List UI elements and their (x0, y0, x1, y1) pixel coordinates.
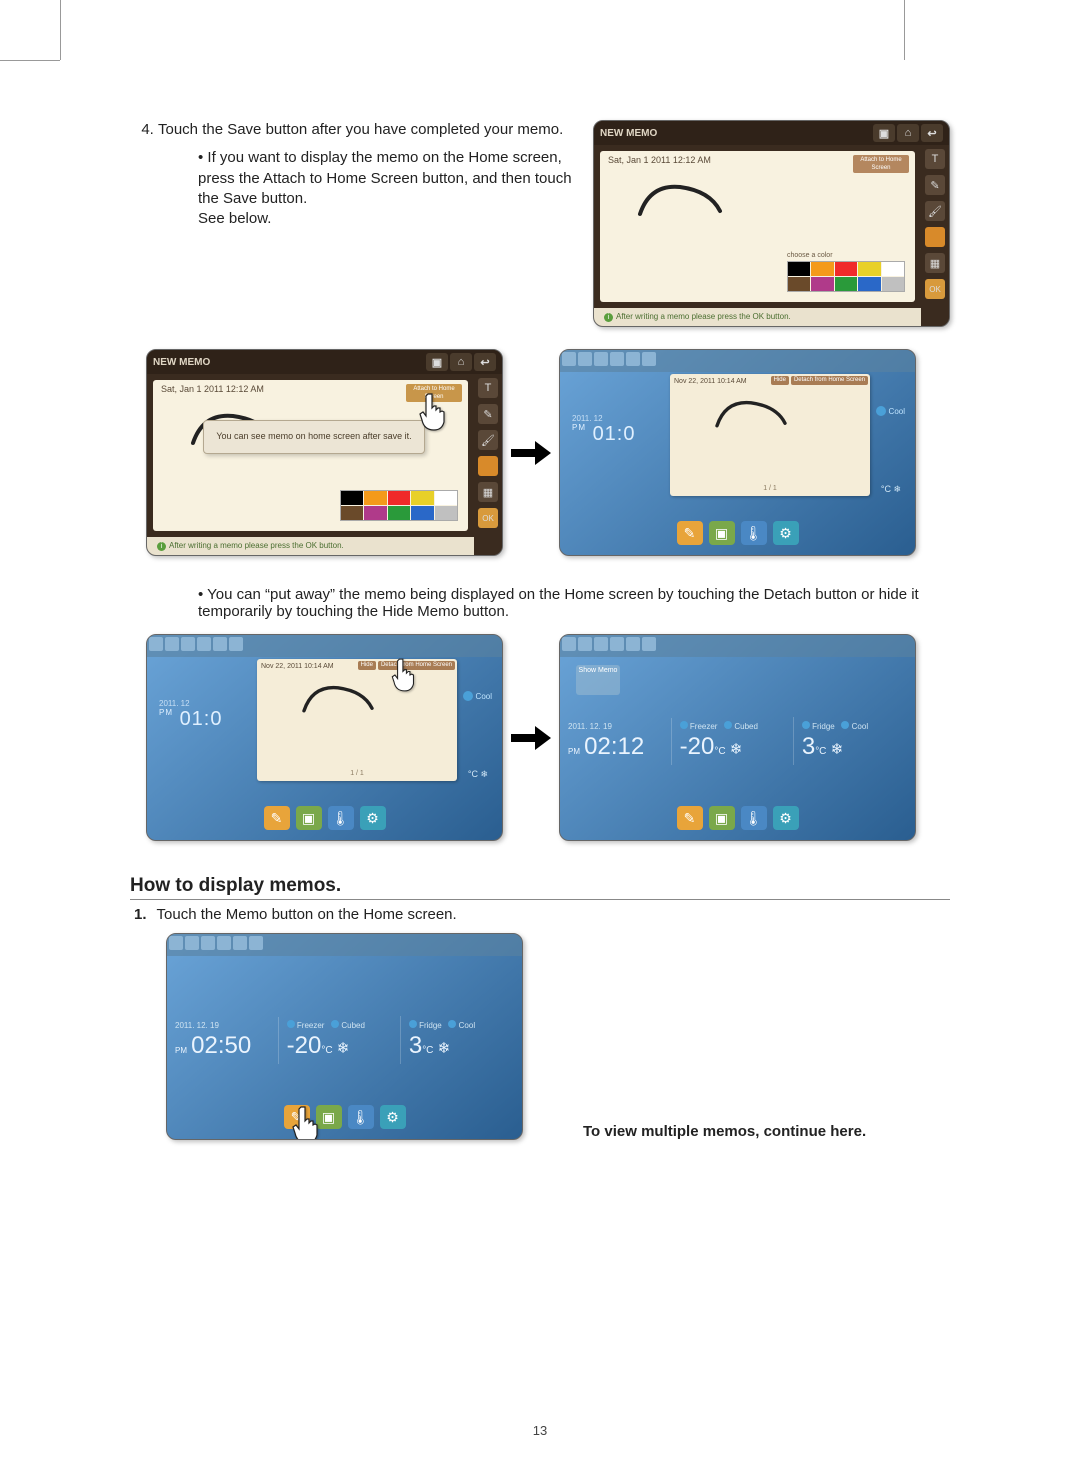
attach-home-button: Attach to Home Screen (853, 155, 909, 173)
dock-memo-icon: ✎ (677, 521, 703, 545)
screenshot-home-temps-1: Show Memo 2011. 12. 19 PM 02:12 Freezer … (559, 634, 916, 841)
home-icon: ⌂ (897, 124, 919, 142)
dock-temp-icon: 🌡 (741, 521, 767, 545)
home-date: 2011. 12 (572, 414, 636, 423)
detach-button: Detach from Home Screen (791, 376, 868, 385)
home-time: 01:0 (593, 423, 636, 445)
home-memo-card: Nov 22, 2011 10:14 AM Hide Detach from H… (670, 374, 870, 496)
dock-settings-icon: ⚙ (773, 521, 799, 545)
home-time: 02:50 (191, 1032, 251, 1059)
memo-page-indicator: 1 / 1 (670, 485, 870, 492)
brush-tool-icon: 🖌 (925, 201, 945, 221)
hide-button: Hide (358, 661, 376, 670)
crop-mark (60, 0, 61, 60)
touch-hand-icon (387, 655, 417, 697)
memo-title: NEW MEMO (600, 128, 657, 139)
home-dock: ✎ ▣ 🌡 ⚙ (560, 521, 915, 545)
screenshot-memo-editor-2: NEW MEMO ▣ ⌂ ↩ Sat, Jan 1 2011 12:12 AM … (146, 349, 503, 556)
color-dot-icon (925, 227, 945, 247)
back-icon: ↩ (921, 124, 943, 142)
memo-scribble (630, 179, 730, 219)
info-icon: i (604, 313, 613, 322)
arrow-right-icon (511, 726, 551, 750)
put-away-bullet: You can “put away” the memo being displa… (198, 586, 950, 620)
back-icon: ↩ (474, 353, 496, 371)
crop-mark (904, 0, 905, 60)
touch-hand-icon (287, 1101, 321, 1140)
section-heading: How to display memos. (130, 875, 950, 900)
step-4-row: Touch the Save button after you have com… (130, 120, 950, 327)
pen-tool-icon: ✎ (925, 175, 945, 195)
ok-button: OK (925, 279, 945, 299)
fridge-temp: 3 (802, 733, 815, 760)
screenshot-home-with-memo-1: 2011. 12 PM 01:0 Cool °C ❄ Nov 22, 2011 … (559, 349, 916, 556)
screenshot-home-with-memo-2: 2011. 12 PM 01:0 Cool °C ❄ Nov 22, 2011 … (146, 634, 503, 841)
save-icon: ▣ (426, 353, 448, 371)
touch-hand-icon (414, 390, 448, 438)
color-swatches (787, 261, 905, 292)
temp-readout: °C ❄ (881, 484, 901, 495)
hide-button: Hide (771, 376, 789, 385)
status-cool: Cool (876, 406, 905, 416)
section-step-1: 1.Touch the Memo button on the Home scre… (134, 906, 950, 923)
home-icon: ⌂ (450, 353, 472, 371)
save-icon: ▣ (873, 124, 895, 142)
dock-photo-icon: ▣ (709, 521, 735, 545)
home-time: 02:12 (584, 733, 644, 760)
page-number: 13 (0, 1423, 1080, 1438)
step-4-text: Touch the Save button after you have com… (130, 120, 573, 327)
step-4-bullet-1: If you want to display the memo on the H… (198, 148, 573, 229)
arrow-right-icon (511, 441, 551, 465)
screenshot-pair-2: 2011. 12 PM 01:0 Cool °C ❄ Nov 22, 2011 … (130, 634, 950, 841)
screenshot-pair-1: NEW MEMO ▣ ⌂ ↩ Sat, Jan 1 2011 12:12 AM … (130, 349, 950, 556)
palette-label: choose a color (787, 252, 905, 259)
freezer-temp: -20 (680, 733, 715, 760)
manual-page: Touch the Save button after you have com… (0, 0, 1080, 1478)
grid-icon: ▦ (925, 253, 945, 273)
continue-text: To view multiple memos, continue here. (583, 1123, 866, 1140)
step-4-body: Touch the Save button after you have com… (158, 121, 563, 138)
screenshot-memo-editor-1: NEW MEMO ▣ ⌂ ↩ Sat, Jan 1 2011 12:12 AM … (593, 120, 950, 327)
show-memo-button: Show Memo (576, 665, 620, 695)
memo-footer: iAfter writing a memo please press the O… (594, 308, 921, 326)
attach-confirmation-popup: You can see memo on home screen after sa… (203, 420, 425, 454)
text-tool-icon: T (925, 149, 945, 169)
crop-mark (0, 60, 60, 61)
screenshot-home-temps-2: 2011. 12. 19 PM 02:50 Freezer Cubed -20°… (166, 933, 523, 1140)
page-content: Touch the Save button after you have com… (130, 120, 950, 1140)
